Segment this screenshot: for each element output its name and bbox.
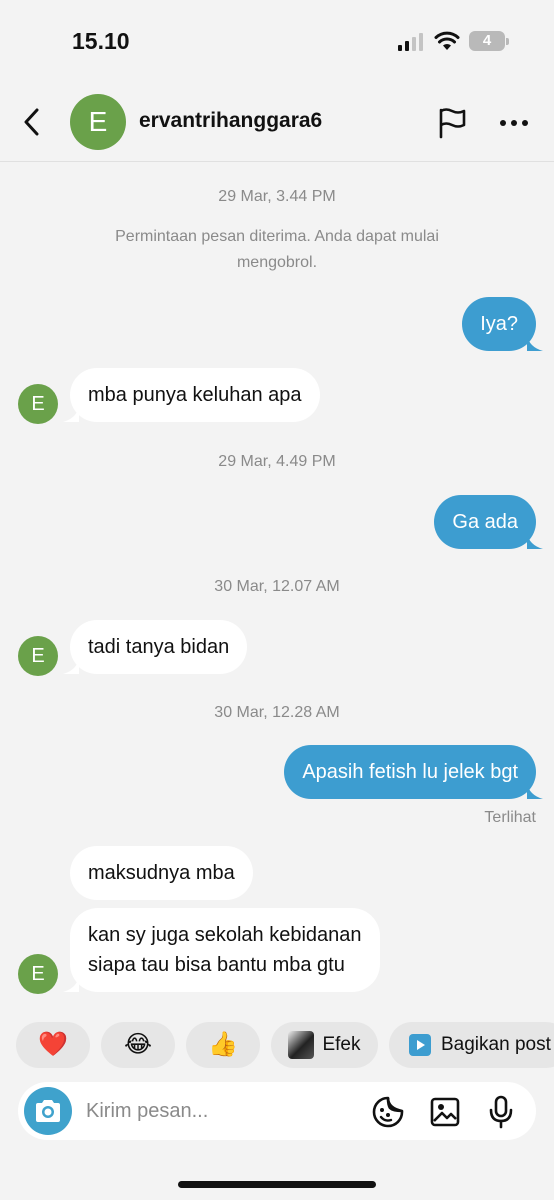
message-outgoing[interactable]: Iya? — [462, 297, 536, 351]
effect-thumbnail-icon — [288, 1031, 315, 1059]
message-composer — [18, 1082, 536, 1140]
message-incoming[interactable]: maksudnya mba — [70, 846, 253, 900]
wifi-icon — [434, 31, 460, 50]
laughing-emoji-icon: 😂 — [123, 1031, 153, 1058]
message-outgoing[interactable]: Ga ada — [434, 495, 536, 549]
gallery-icon — [430, 1097, 460, 1127]
microphone-icon — [489, 1095, 513, 1129]
message-incoming[interactable]: tadi tanya bidan — [70, 620, 248, 674]
timestamp: 29 Mar, 3.44 PM — [218, 188, 336, 205]
home-indicator — [178, 1181, 376, 1188]
message-outgoing[interactable]: Apasih fetish lu jelek bgt — [284, 745, 536, 799]
quick-reactions-bar: ❤️ 😂 👍 Efek Bagikan post — [0, 1022, 554, 1068]
thumbs-up-reaction-button[interactable]: 👍 — [186, 1022, 260, 1068]
signal-bars-icon — [398, 33, 423, 51]
seen-label: Terlihat — [484, 809, 536, 826]
timestamp: 30 Mar, 12.07 AM — [214, 578, 340, 595]
status-bar: 15.10 4 — [0, 0, 554, 80]
timestamp: 29 Mar, 4.49 PM — [218, 453, 336, 470]
sticker-button[interactable] — [370, 1094, 406, 1130]
message-incoming[interactable]: kan sy juga sekolah kebidanan siapa tau … — [70, 908, 380, 992]
chat-header: E ervantrihanggara6 — [0, 80, 554, 162]
system-note: Permintaan pesan diterima. Anda dapat mu… — [115, 228, 439, 271]
avatar[interactable]: E — [70, 94, 126, 150]
message-thread[interactable]: 29 Mar, 3.44 PM Permintaan pesan diterim… — [0, 162, 554, 1012]
heart-reaction-button[interactable]: ❤️ — [16, 1022, 90, 1068]
timestamp: 30 Mar, 12.28 AM — [214, 704, 340, 721]
message-input[interactable] — [86, 1094, 356, 1128]
battery-indicator: 4 — [469, 31, 509, 51]
sender-avatar[interactable]: E — [18, 384, 58, 424]
message-incoming[interactable]: mba punya keluhan apa — [70, 368, 320, 422]
username[interactable]: ervantrihanggara6 — [139, 109, 322, 133]
more-options-button[interactable] — [495, 104, 533, 142]
battery-level: 4 — [482, 32, 492, 49]
sender-avatar[interactable]: E — [18, 636, 58, 676]
effects-button[interactable]: Efek — [271, 1022, 378, 1068]
camera-button[interactable] — [24, 1087, 72, 1135]
share-post-label: Bagikan post — [441, 1034, 551, 1055]
gallery-button[interactable] — [427, 1094, 463, 1130]
chevron-left-icon — [24, 108, 39, 136]
voice-message-button[interactable] — [483, 1094, 519, 1130]
sender-avatar[interactable]: E — [18, 954, 58, 994]
thumbs-up-emoji-icon: 👍 — [208, 1031, 238, 1058]
sticker-icon — [372, 1096, 404, 1128]
effects-label: Efek — [322, 1034, 361, 1055]
battery-tip — [506, 38, 509, 45]
camera-icon — [36, 1100, 60, 1122]
status-time: 15.10 — [72, 28, 130, 54]
share-post-button[interactable]: Bagikan post — [389, 1022, 554, 1068]
flag-icon — [439, 108, 466, 139]
laugh-reaction-button[interactable]: 😂 — [101, 1022, 175, 1068]
share-post-icon — [409, 1034, 431, 1056]
report-button[interactable] — [433, 104, 471, 142]
back-button[interactable] — [14, 102, 50, 142]
more-icon — [500, 120, 528, 126]
heart-emoji-icon: ❤️ — [38, 1031, 68, 1058]
